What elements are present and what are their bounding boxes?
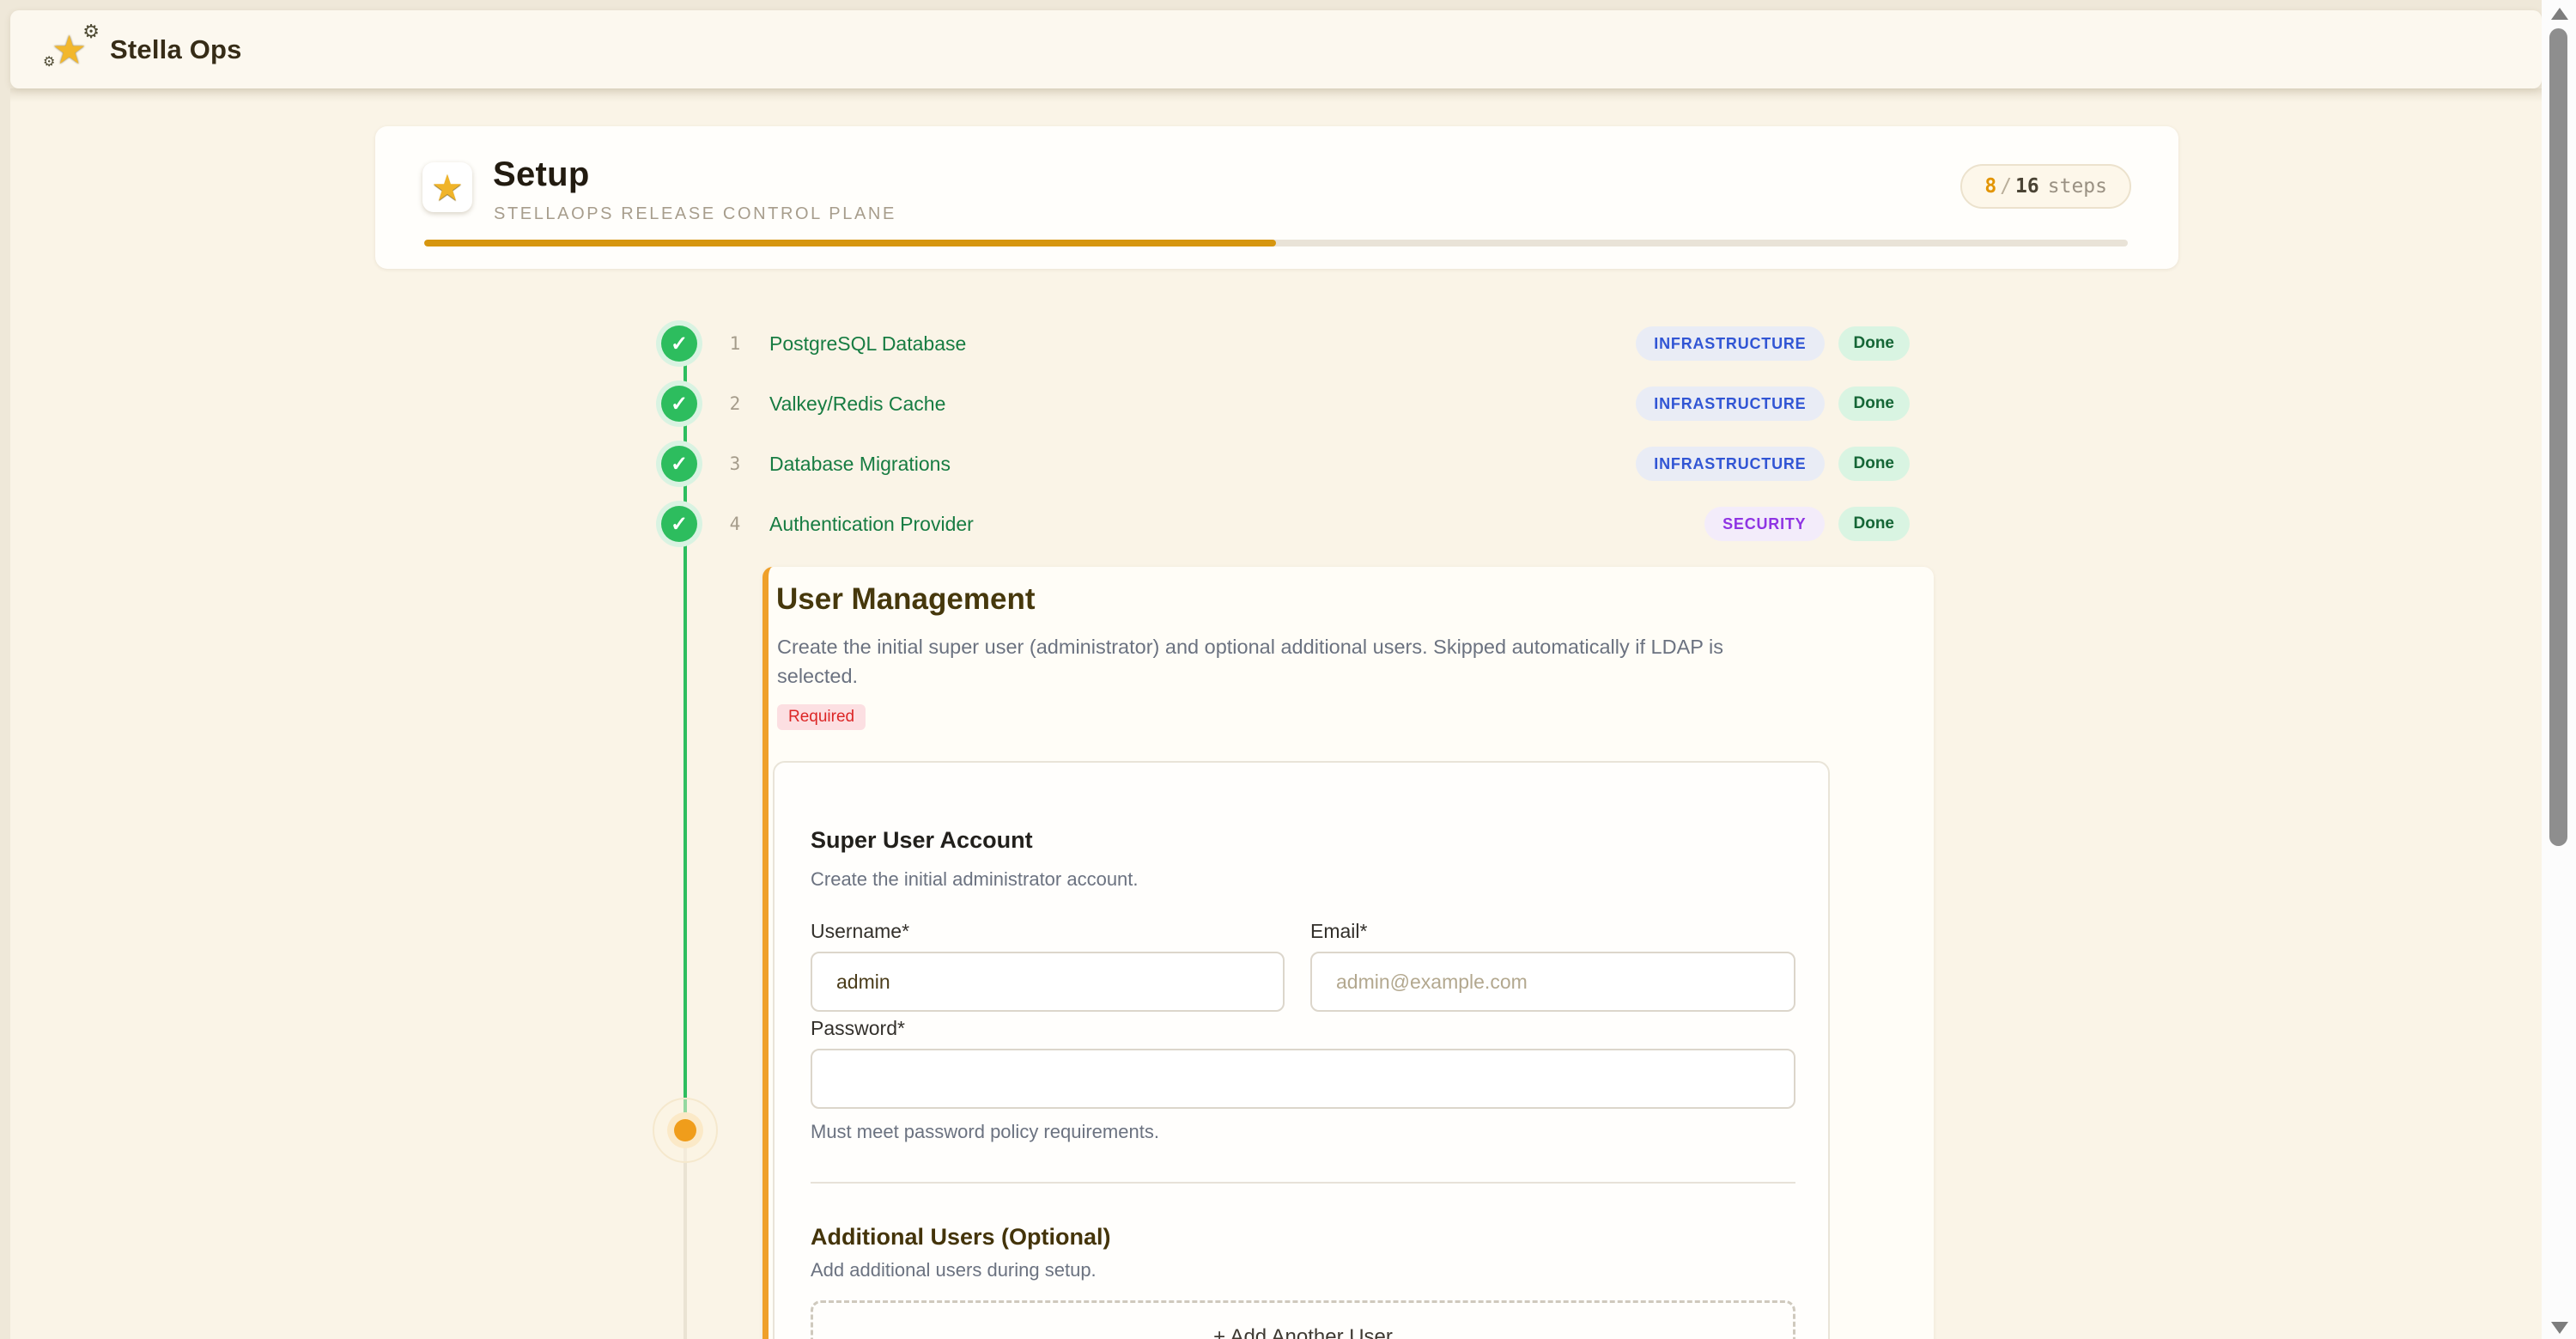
steps-total-count: 16 bbox=[2015, 175, 2039, 198]
section-description: Create the initial super user (administr… bbox=[777, 632, 1726, 691]
step-title-link[interactable]: Authentication Provider bbox=[769, 513, 974, 536]
vertical-scrollbar[interactable] bbox=[2542, 0, 2576, 1339]
add-another-user-button[interactable]: + Add Another User bbox=[811, 1300, 1795, 1339]
step-complete-check-icon: ✓ bbox=[661, 506, 697, 542]
email-field[interactable] bbox=[1310, 952, 1795, 1012]
category-badge: INFRASTRUCTURE bbox=[1636, 386, 1824, 421]
step-row-2: ✓ 2 Valkey/Redis Cache INFRASTRUCTURE Do… bbox=[661, 380, 1910, 428]
user-management-card: User Management Create the initial super… bbox=[762, 567, 1934, 1339]
step-complete-check-icon: ✓ bbox=[661, 326, 697, 362]
step-title-link[interactable]: Valkey/Redis Cache bbox=[769, 393, 945, 416]
status-badge: Done bbox=[1838, 507, 1911, 541]
steps-suffix: steps bbox=[2048, 175, 2107, 198]
step-number: 2 bbox=[725, 393, 745, 414]
steps-done-count: 8 bbox=[1984, 175, 1996, 198]
gear-icon: ⚙ bbox=[82, 21, 100, 43]
step-number: 4 bbox=[725, 514, 745, 534]
section-divider bbox=[811, 1182, 1795, 1184]
status-badge: Done bbox=[1838, 447, 1911, 481]
category-badge: SECURITY bbox=[1704, 507, 1824, 541]
setup-progress-fill bbox=[424, 240, 1276, 246]
status-badge: Done bbox=[1838, 386, 1911, 421]
category-badge: INFRASTRUCTURE bbox=[1636, 447, 1824, 481]
step-complete-check-icon: ✓ bbox=[661, 386, 697, 422]
topbar-shadow bbox=[10, 88, 2542, 102]
scroll-up-icon[interactable] bbox=[2551, 8, 2568, 20]
add-another-user-label: + Add Another User bbox=[1213, 1325, 1393, 1339]
gear-icon: ⚙ bbox=[43, 53, 55, 70]
scroll-down-icon[interactable] bbox=[2551, 1322, 2568, 1334]
username-field[interactable] bbox=[811, 952, 1285, 1012]
current-step-marker bbox=[674, 1119, 696, 1141]
super-user-card: Super User Account Create the initial ad… bbox=[773, 761, 1830, 1339]
password-hint: Must meet password policy requirements. bbox=[811, 1121, 1159, 1143]
step-complete-check-icon: ✓ bbox=[661, 446, 697, 482]
brand-title: Stella Ops bbox=[110, 34, 242, 65]
additional-users-title: Additional Users (Optional) bbox=[811, 1224, 1111, 1251]
password-label: Password* bbox=[811, 1017, 905, 1040]
main-content: ★ Setup STELLAOPS RELEASE CONTROL PLANE … bbox=[10, 88, 2542, 1339]
setup-header-card: ★ Setup STELLAOPS RELEASE CONTROL PLANE … bbox=[375, 126, 2178, 269]
step-row-3: ✓ 3 Database Migrations INFRASTRUCTURE D… bbox=[661, 440, 1910, 488]
star-icon: ★ bbox=[52, 29, 87, 70]
username-label: Username* bbox=[811, 920, 909, 943]
steps-slash: / bbox=[1996, 175, 2015, 198]
step-number: 1 bbox=[725, 333, 745, 354]
top-bar: ★ ⚙ ⚙ Stella Ops bbox=[10, 10, 2542, 88]
step-number: 3 bbox=[725, 453, 745, 474]
step-title-link[interactable]: Database Migrations bbox=[769, 453, 951, 476]
step-row-4: ✓ 4 Authentication Provider SECURITY Don… bbox=[661, 500, 1910, 548]
page-subtitle: STELLAOPS RELEASE CONTROL PLANE bbox=[494, 204, 896, 224]
super-user-description: Create the initial administrator account… bbox=[811, 868, 1139, 891]
status-badge: Done bbox=[1838, 326, 1911, 361]
brand[interactable]: ★ ⚙ ⚙ Stella Ops bbox=[50, 27, 242, 72]
additional-users-description: Add additional users during setup. bbox=[811, 1259, 1097, 1281]
step-title-link[interactable]: PostgreSQL Database bbox=[769, 332, 966, 356]
setup-progress-bar bbox=[424, 240, 2128, 246]
email-label: Email* bbox=[1310, 920, 1367, 943]
required-badge: Required bbox=[777, 704, 866, 730]
super-user-title: Super User Account bbox=[811, 827, 1033, 854]
timeline-pending-rail bbox=[683, 1144, 687, 1339]
section-title: User Management bbox=[776, 582, 1035, 617]
stella-logo-icon: ★ ⚙ ⚙ bbox=[50, 27, 94, 72]
page-title: Setup bbox=[493, 155, 590, 194]
steps-count-badge: 8 / 16 steps bbox=[1960, 164, 2131, 209]
scrollbar-thumb[interactable] bbox=[2549, 28, 2567, 846]
category-badge: INFRASTRUCTURE bbox=[1636, 326, 1824, 361]
star-icon: ★ bbox=[431, 167, 464, 209]
password-field[interactable] bbox=[811, 1049, 1795, 1109]
step-row-1: ✓ 1 PostgreSQL Database INFRASTRUCTURE D… bbox=[661, 320, 1910, 368]
setup-logo-icon: ★ bbox=[422, 162, 472, 212]
